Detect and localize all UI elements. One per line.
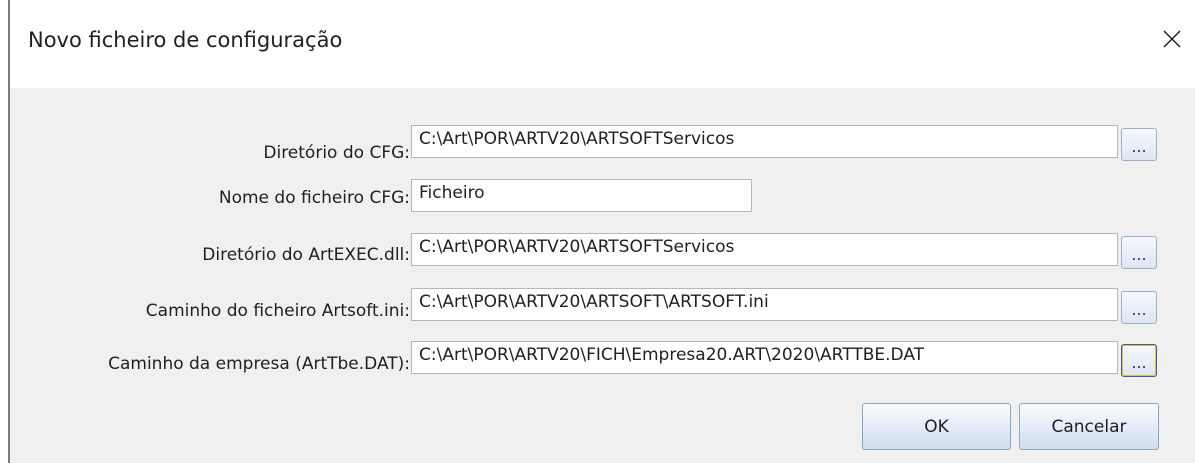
company-path-label: Caminho da empresa (ArtTbe.DAT): [108,354,410,374]
artexec-directory-browse-button[interactable]: ... [1121,236,1157,269]
artsoft-ini-label: Caminho do ficheiro Artsoft.ini: [145,301,410,321]
cancel-button[interactable]: Cancelar [1019,403,1159,450]
window-left-border [0,0,10,463]
close-button[interactable] [1149,16,1195,62]
ok-button[interactable]: OK [862,403,1011,450]
cfg-filename-input[interactable]: Ficheiro [411,179,752,212]
close-icon [1163,30,1181,48]
artsoft-ini-input[interactable]: C:\Art\POR\ARTV20\ARTSOFT\ARTSOFT.ini [411,288,1118,321]
company-path-browse-button[interactable]: ... [1121,344,1157,377]
dialog-body: Diretório do CFG: C:\Art\POR\ARTV20\ARTS… [10,88,1195,463]
artexec-directory-input[interactable]: C:\Art\POR\ARTV20\ARTSOFTServicos [411,233,1118,266]
dialog-titlebar: Novo ficheiro de configuração [10,0,1195,88]
cfg-directory-browse-button[interactable]: ... [1121,128,1157,161]
artsoft-ini-browse-button[interactable]: ... [1121,291,1157,324]
cfg-directory-input[interactable]: C:\Art\POR\ARTV20\ARTSOFTServicos [411,125,1118,158]
company-path-input[interactable]: C:\Art\POR\ARTV20\FICH\Empresa20.ART\202… [411,341,1118,374]
artexec-directory-label: Diretório do ArtEXEC.dll: [202,245,410,265]
dialog-title: Novo ficheiro de configuração [28,28,343,52]
cfg-filename-label: Nome do ficheiro CFG: [218,188,410,208]
cfg-directory-label: Diretório do CFG: [263,143,410,163]
